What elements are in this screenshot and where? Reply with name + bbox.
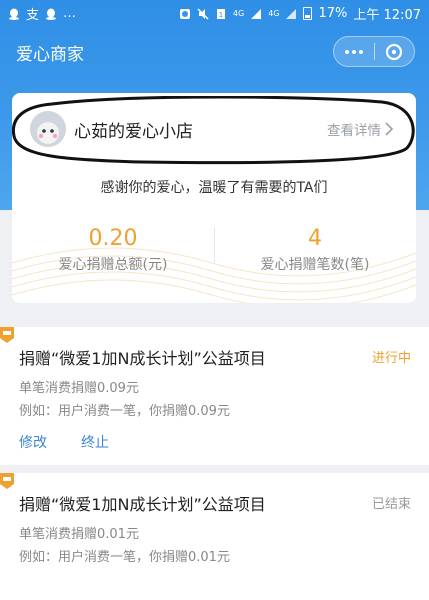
network-type: 4G [232,8,245,18]
network-type-2: 4G [268,8,280,18]
alarm-icon [179,8,190,19]
clock: 上午 12:07 [353,8,421,23]
signal-icon [286,8,297,19]
stat-label: 爱心捐赠笔数(笔) [260,257,370,273]
more-notifications: … [63,6,77,21]
qq-icon [9,8,19,20]
thanks-message: 感谢你的爱心，温暖了有需要的TA们 [100,180,328,196]
project-actions: 修改 终止 [19,432,109,452]
per-purchase-donation: 单笔消费捐赠0.01元 [19,527,139,542]
page-title: 爱心商家 [16,44,84,65]
terminate-button[interactable]: 终止 [81,432,109,452]
donation-example: 例如：用户消费一笔，你捐赠0.01元 [19,550,230,565]
stat-label: 爱心捐赠总额(元) [58,257,168,273]
flag-icon [0,327,14,343]
hand-drawn-outline [12,96,415,165]
stat-value: 0.20 [88,226,138,251]
more-dots-icon[interactable] [334,37,374,66]
status-bar: 支 … 1 4G 4G 17% 上午 12:07 [0,0,429,27]
alipay-icon: 支 [26,8,40,23]
stat-donation-count: 4 爱心捐赠笔数(笔) [214,226,416,274]
signal-icon [251,8,262,19]
project-card: 捐赠“微爱1加N成长计划”公益项目 进行中 单笔消费捐赠0.09元 例如：用户消… [0,327,429,465]
status-badge: 已结束 [371,497,411,512]
project-title: 捐赠“微爱1加N成长计划”公益项目 [19,495,266,514]
edit-button[interactable]: 修改 [19,432,47,452]
stat-value: 4 [308,226,322,251]
stat-total-amount: 0.20 爱心捐赠总额(元) [12,226,214,274]
qq-icon [46,8,57,20]
status-badge: 进行中 [371,351,411,366]
mute-icon [197,7,209,20]
sim-icon: 1 [216,8,225,19]
mini-program-close-icon[interactable] [375,37,414,66]
battery-icon [303,7,313,20]
flag-icon [0,473,14,489]
project-card: 捐赠“微爱1加N成长计划”公益项目 已结束 单笔消费捐赠0.01元 例如：用户消… [0,473,429,600]
per-purchase-donation: 单笔消费捐赠0.09元 [19,381,139,396]
title-bar: 爱心商家 [0,28,429,76]
battery-percent: 17% [318,6,348,21]
project-title: 捐赠“微爱1加N成长计划”公益项目 [19,349,266,368]
mini-program-capsule [333,36,415,67]
svg-text:1: 1 [219,11,223,19]
donation-example: 例如：用户消费一笔，你捐赠0.09元 [19,404,230,419]
store-card: 心茹的爱心小店 查看详情 感谢你的爱心，温暖了有需要的TA们 0.20 爱心捐赠… [12,93,416,303]
